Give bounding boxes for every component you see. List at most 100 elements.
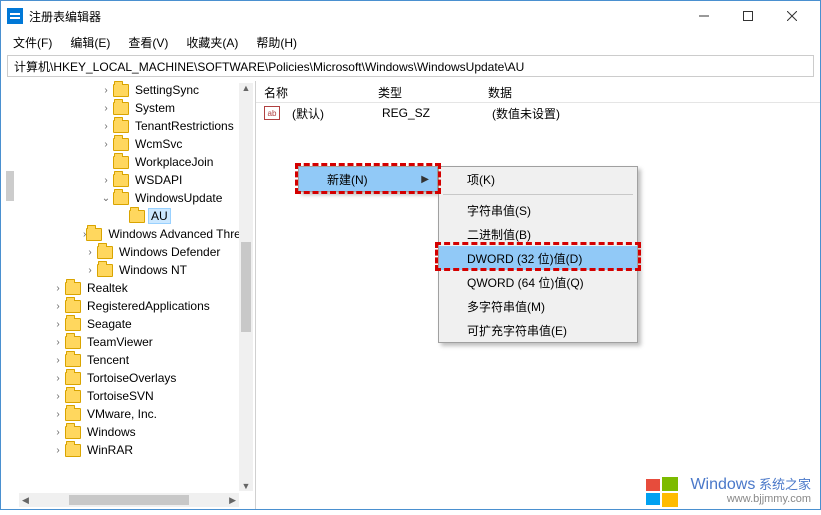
tree-hscrollbar[interactable]: ◀ ▶ (19, 493, 239, 507)
tree-node[interactable]: ›Windows Advanced Threat Protection (19, 225, 255, 243)
expand-icon[interactable]: › (99, 103, 113, 114)
context-menu: 新建(N) ▶ (298, 166, 438, 192)
tree-node[interactable]: ›System (19, 99, 255, 117)
tree-node[interactable]: ›Windows Defender (19, 243, 255, 261)
ctx-qword[interactable]: QWORD (64 位)值(Q) (439, 270, 637, 294)
menu-edit[interactable]: 编辑(E) (62, 32, 118, 53)
tree-node[interactable]: ⌄WindowsUpdate (19, 189, 255, 207)
tree-view[interactable]: ›SettingSync›System›TenantRestrictions›W… (19, 81, 255, 509)
folder-icon (113, 120, 129, 133)
hscroll-thumb[interactable] (69, 495, 189, 505)
tree-node[interactable]: › Windows NT (19, 261, 255, 279)
menu-help[interactable]: 帮助(H) (248, 32, 305, 53)
ctx-new-label: 新建(N) (327, 171, 368, 188)
scroll-down-icon[interactable]: ▼ (242, 481, 251, 491)
expand-icon[interactable]: › (83, 265, 97, 276)
row-type: REG_SZ (374, 103, 484, 123)
scroll-up-icon[interactable]: ▲ (242, 83, 251, 93)
expand-icon[interactable]: › (51, 391, 65, 402)
expand-icon[interactable]: › (51, 445, 65, 456)
close-button[interactable] (770, 2, 814, 30)
tree-vscrollbar[interactable]: ▲ ▼ (239, 83, 253, 491)
watermark: Windows 系统之家 www.bjjmmy.com (644, 475, 811, 509)
tree-label: TenantRestrictions (133, 119, 236, 133)
tree-node[interactable]: AU (19, 207, 255, 225)
ctx-string[interactable]: 字符串值(S) (439, 198, 637, 222)
tree-node[interactable]: WorkplaceJoin (19, 153, 255, 171)
expand-icon[interactable]: › (99, 175, 113, 186)
expand-icon[interactable]: › (51, 373, 65, 384)
menu-view[interactable]: 查看(V) (120, 32, 176, 53)
expand-icon[interactable]: › (99, 85, 113, 96)
maximize-button[interactable] (726, 2, 770, 30)
col-type[interactable]: 类型 (370, 81, 480, 102)
tree-node[interactable]: ›TeamViewer (19, 333, 255, 351)
row-data: (数值未设置) (484, 102, 820, 125)
tree-node[interactable]: ›VMware, Inc. (19, 405, 255, 423)
ctx-multi[interactable]: 多字符串值(M) (439, 294, 637, 318)
ctx-binary[interactable]: 二进制值(B) (439, 222, 637, 246)
list-row[interactable]: ab (默认) REG_SZ (数值未设置) (256, 103, 820, 123)
ctx-expand[interactable]: 可扩充字符串值(E) (439, 318, 637, 342)
expand-icon[interactable]: › (51, 283, 65, 294)
tree-node[interactable]: ›WinRAR (19, 441, 255, 459)
ctx-key[interactable]: 项(K) (439, 167, 637, 191)
folder-icon (65, 300, 81, 313)
ctx-new[interactable]: 新建(N) ▶ (299, 167, 437, 191)
tree-node[interactable]: › TortoiseSVN (19, 387, 255, 405)
expand-icon[interactable]: › (51, 355, 65, 366)
watermark-url: www.bjjmmy.com (690, 492, 811, 506)
address-bar[interactable]: 计算机\HKEY_LOCAL_MACHINE\SOFTWARE\Policies… (7, 55, 814, 77)
folder-icon (113, 102, 129, 115)
expand-icon[interactable]: › (51, 319, 65, 330)
minimize-button[interactable] (682, 2, 726, 30)
collapse-icon[interactable]: ⌄ (99, 193, 113, 204)
folder-icon (113, 138, 129, 151)
expand-icon[interactable]: › (51, 409, 65, 420)
menu-favorites[interactable]: 收藏夹(A) (178, 32, 246, 53)
folder-icon (65, 408, 81, 421)
submenu-arrow-icon: ▶ (421, 174, 429, 185)
tree-node[interactable]: ›RegisteredApplications (19, 297, 255, 315)
tree-label: Tencent (85, 353, 131, 367)
menu-file[interactable]: 文件(F) (5, 32, 60, 53)
expand-icon[interactable]: › (51, 301, 65, 312)
folder-icon (65, 318, 81, 331)
tree-node[interactable]: › SettingSync (19, 81, 255, 99)
folder-icon (65, 372, 81, 385)
expand-icon[interactable]: › (83, 247, 97, 258)
tree-label: TortoiseSVN (85, 389, 156, 403)
watermark-sub: 系统之家 (759, 477, 811, 492)
tree-node[interactable]: › Tencent (19, 351, 255, 369)
tree-node[interactable]: › TortoiseOverlays (19, 369, 255, 387)
folder-icon (113, 192, 129, 205)
folder-icon (113, 84, 129, 97)
string-value-icon: ab (264, 106, 280, 120)
value-list-pane: 名称 类型 数据 ab (默认) REG_SZ (数值未设置) 新建(N) ▶ … (256, 81, 820, 509)
expand-icon[interactable]: › (51, 337, 65, 348)
tree-node[interactable]: ›Windows (19, 423, 255, 441)
regedit-icon (7, 8, 23, 24)
scroll-left-icon[interactable]: ◀ (19, 495, 32, 506)
tree-node[interactable]: ›WcmSvc (19, 135, 255, 153)
tree-node[interactable]: ›Realtek (19, 279, 255, 297)
scroll-right-icon[interactable]: ▶ (226, 495, 239, 506)
tree-node[interactable]: ›WSDAPI (19, 171, 255, 189)
folder-icon (129, 210, 145, 223)
ctx-dword[interactable]: DWORD (32 位)值(D) (439, 246, 637, 270)
tree-node[interactable]: ›Seagate (19, 315, 255, 333)
expand-icon[interactable]: › (99, 121, 113, 132)
scroll-thumb[interactable] (241, 242, 251, 332)
tree-label: Windows NT (117, 263, 189, 277)
window-frame: 注册表编辑器 文件(F) 编辑(E) 查看(V) 收藏夹(A) 帮助(H) 计算… (0, 0, 821, 510)
folder-icon (65, 282, 81, 295)
tree-label: TortoiseOverlays (85, 371, 178, 385)
folder-icon (65, 426, 81, 439)
expand-icon[interactable]: › (99, 139, 113, 150)
tree-node[interactable]: › TenantRestrictions (19, 117, 255, 135)
col-data[interactable]: 数据 (480, 81, 820, 102)
expand-icon[interactable]: › (51, 427, 65, 438)
tree-label: SettingSync (133, 83, 201, 97)
col-name[interactable]: 名称 (256, 81, 370, 102)
tree-label: AU (149, 209, 170, 223)
